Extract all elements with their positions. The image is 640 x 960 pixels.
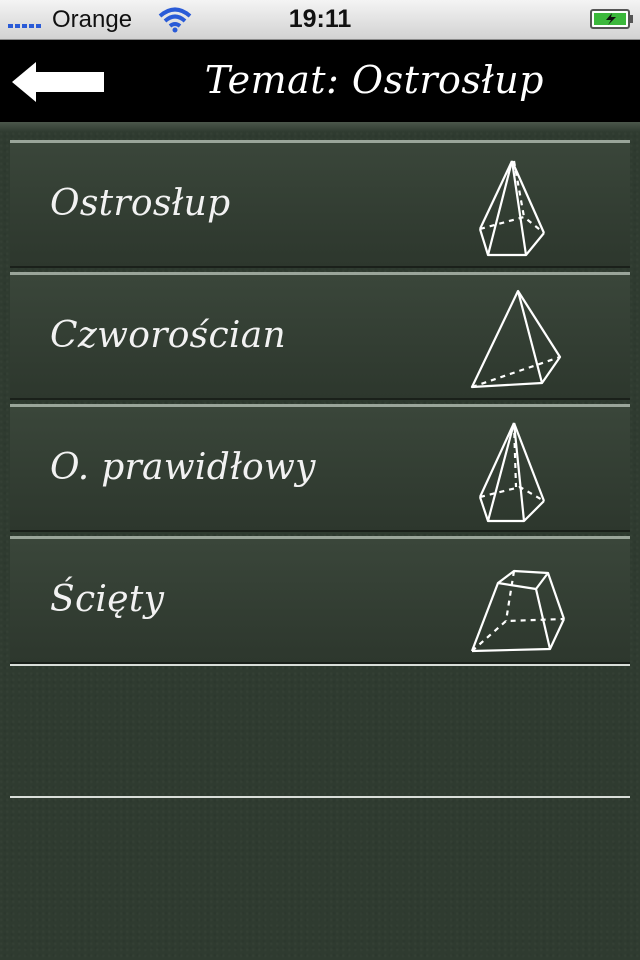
frustum-icon [468,549,568,659]
navigation-bar: Temat: Ostrosłup [0,40,640,122]
back-button[interactable] [10,60,106,104]
menu-item-ostroslup[interactable]: Ostrosłup [10,140,630,268]
status-time: 19:11 [288,5,352,33]
menu-item-sciety[interactable]: Ścięty [10,536,630,664]
status-bar: Orange 19:11 [0,0,640,40]
tetrahedron-icon [468,285,568,395]
pentagonal-pyramid-icon [468,153,568,263]
menu-item-o-prawidlowy[interactable]: O. prawidłowy [10,404,630,532]
page-title: Temat: Ostrosłup [204,58,544,102]
menu-item-label: Ostrosłup [50,183,231,224]
menu-item-label: O. prawidłowy [50,447,316,488]
menu-list: Ostrosłup Czworościan O. prawidłowy Ścię… [0,132,640,960]
list-divider [10,664,630,666]
back-arrow-icon [12,62,104,102]
list-divider [10,796,630,798]
menu-item-label: Ścięty [50,579,165,620]
menu-item-czworoscian[interactable]: Czworościan [10,272,630,400]
battery-icon [590,9,633,29]
menu-item-label: Czworościan [50,315,286,356]
regular-pyramid-icon [468,417,568,527]
nav-divider [0,122,640,132]
